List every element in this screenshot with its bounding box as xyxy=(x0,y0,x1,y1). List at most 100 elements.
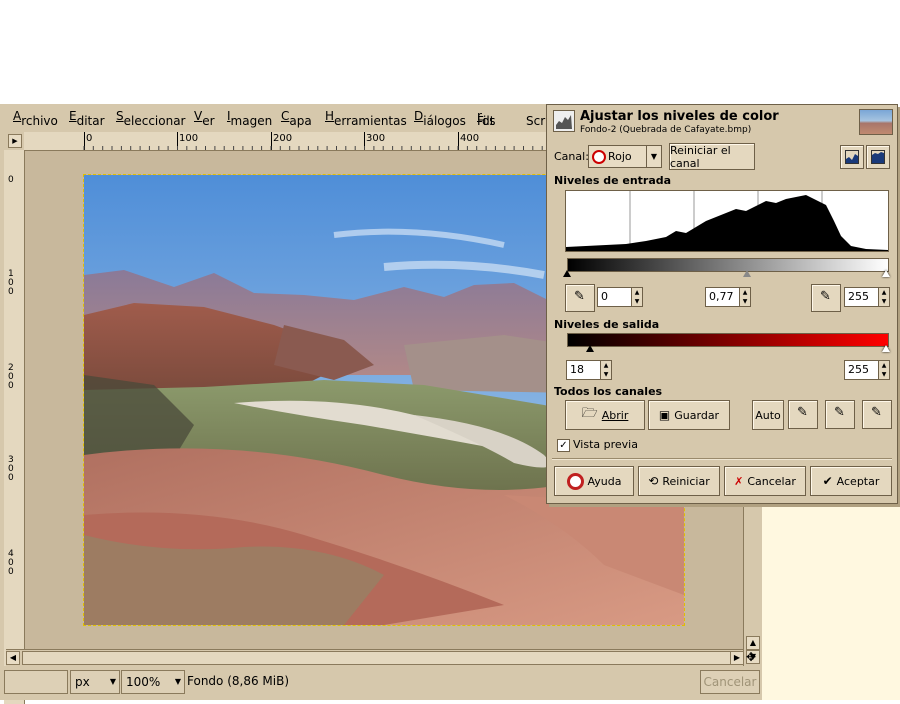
gray-picker-button[interactable]: ✎ xyxy=(825,400,855,429)
input-levels-heading: Niveles de entrada xyxy=(554,174,672,187)
output-low-value: 18 xyxy=(570,363,584,376)
menu-capa[interactable]: Capa xyxy=(281,109,312,128)
auto-label: Auto xyxy=(755,408,781,422)
output-white-handle[interactable] xyxy=(882,345,890,352)
reset-label: Reiniciar xyxy=(662,474,710,488)
input-black-handle[interactable] xyxy=(563,270,571,277)
input-low-value: 0 xyxy=(601,290,608,303)
menu-editar[interactable]: Editar xyxy=(69,109,105,128)
input-low-spinner[interactable]: 0 ▲ ▼ xyxy=(597,287,643,307)
input-high-value: 255 xyxy=(848,290,869,303)
ruler-label: 0 xyxy=(8,175,14,185)
spinner-arrows-icon[interactable]: ▲ ▼ xyxy=(739,288,750,306)
eyedropper-icon: ✎ xyxy=(871,405,882,420)
input-white-handle[interactable] xyxy=(882,270,890,277)
open-label: Abrir xyxy=(601,408,629,422)
reset-button[interactable]: ⟲ Reiniciar xyxy=(638,466,720,496)
log-histogram-button[interactable] xyxy=(866,145,890,169)
logarithmic-histogram-icon xyxy=(871,150,885,164)
levels-icon xyxy=(553,110,575,132)
output-black-handle[interactable] xyxy=(586,345,594,352)
zoom-select[interactable]: 100% ▼ xyxy=(121,670,185,694)
input-gamma-handle[interactable] xyxy=(743,270,751,277)
spinner-arrows-icon[interactable]: ▲ ▼ xyxy=(600,361,611,379)
status-cancel-label: Cancelar xyxy=(703,675,757,689)
preview-label: Vista previa xyxy=(573,438,638,451)
layer-info: Fondo (8,86 MiB) xyxy=(187,674,290,688)
eyedropper-icon: ✎ xyxy=(820,289,831,304)
cancel-button[interactable]: ✗ Cancelar xyxy=(724,466,806,496)
help-button[interactable]: Ayuda xyxy=(554,466,634,496)
status-cancel-button[interactable]: Cancelar xyxy=(700,670,760,694)
menu-seleccionar[interactable]: Seleccionar xyxy=(116,109,186,128)
channel-select[interactable]: Rojo ▼ xyxy=(588,145,662,168)
menu-herramientas[interactable]: Herramientas xyxy=(325,109,407,128)
histogram-graph xyxy=(566,191,888,251)
linear-histogram-icon xyxy=(845,150,859,164)
ruler-label: 200 xyxy=(8,363,14,391)
horizontal-scrollbar[interactable]: ◀ ▶ xyxy=(6,649,744,666)
save-label: Guardar xyxy=(674,408,720,422)
zoom-value: 100% xyxy=(126,675,161,689)
input-gamma-value: 0,77 xyxy=(709,290,734,303)
channel-value: Rojo xyxy=(608,150,632,163)
reset-channel-label: Reiniciar el canal xyxy=(670,143,731,170)
black-picker-button[interactable]: ✎ xyxy=(788,400,818,429)
white-picker-button[interactable]: ✎ xyxy=(862,400,892,429)
output-gradient xyxy=(567,333,889,347)
ruler-label: 400 xyxy=(8,549,14,577)
scroll-up-icon[interactable]: ▲ xyxy=(746,636,760,650)
vertical-ruler: 0 100 200 300 400 xyxy=(4,150,25,704)
unit-select[interactable]: px ▼ xyxy=(70,670,120,694)
spinner-arrows-icon[interactable]: ▲ ▼ xyxy=(878,288,889,306)
menu-filtros[interactable]: Filt r os xyxy=(477,109,496,128)
scroll-right-icon[interactable]: ▶ xyxy=(730,651,744,665)
scroll-left-icon[interactable]: ◀ xyxy=(6,651,20,665)
lifebuoy-icon xyxy=(566,472,584,490)
eyedropper-icon: ✎ xyxy=(797,405,808,420)
all-channels-heading: Todos los canales xyxy=(554,385,663,398)
histogram xyxy=(565,190,889,252)
accept-label: Aceptar xyxy=(836,474,880,488)
open-button[interactable]: 🗁 Abrir xyxy=(565,400,645,430)
output-low-spinner[interactable]: 18 ▲ ▼ xyxy=(566,360,612,380)
auto-button[interactable]: Auto xyxy=(752,400,784,430)
navigate-icon[interactable]: ✥ xyxy=(744,650,758,664)
output-high-value: 255 xyxy=(848,363,869,376)
help-label: Ayuda xyxy=(587,474,622,488)
accept-button[interactable]: ✔ Aceptar xyxy=(810,466,892,496)
dialog-subtitle: Fondo-2 (Quebrada de Cafayate.bmp) xyxy=(580,125,752,135)
input-high-spinner[interactable]: 255 ▲ ▼ xyxy=(844,287,890,307)
spinner-arrows-icon[interactable]: ▲ ▼ xyxy=(631,288,642,306)
red-channel-icon xyxy=(592,150,606,164)
pointer-coords xyxy=(4,670,68,694)
eyedropper-icon: ✎ xyxy=(574,289,585,304)
separator xyxy=(552,458,892,460)
linear-histogram-button[interactable] xyxy=(840,145,864,169)
levels-histogram-icon xyxy=(556,115,572,129)
menu-ver[interactable]: Ver xyxy=(194,109,215,128)
channel-label: Canal: xyxy=(554,150,589,163)
reset-channel-button[interactable]: Reiniciar el canal xyxy=(669,143,755,170)
scroll-thumb[interactable] xyxy=(22,651,734,665)
cancel-label: Cancelar xyxy=(747,474,796,488)
chevron-down-icon: ▼ xyxy=(109,677,116,686)
input-gamma-spinner[interactable]: 0,77 ▲ ▼ xyxy=(705,287,751,307)
output-levels-heading: Niveles de salida xyxy=(554,318,660,331)
menu-dialogos[interactable]: Diálogos xyxy=(414,109,466,128)
folder-icon: 🗁 xyxy=(581,406,598,421)
quick-mask-arrow-icon[interactable]: ▶ xyxy=(8,134,22,148)
output-high-spinner[interactable]: 255 ▲ ▼ xyxy=(844,360,890,380)
menu-imagen[interactable]: Imagen xyxy=(227,109,272,128)
save-button[interactable]: ▣ Guardar xyxy=(648,400,730,430)
menu-archivo[interactable]: Archivo xyxy=(13,109,58,128)
status-bar: px ▼ 100% ▼ Fondo (8,86 MiB) Cancelar xyxy=(0,666,762,700)
white-point-picker-button[interactable]: ✎ xyxy=(811,284,841,312)
close-icon: ✗ xyxy=(734,474,744,488)
preview-checkbox[interactable]: ✓ xyxy=(557,439,570,452)
input-gradient xyxy=(567,258,889,272)
handshake-icon: ✔ xyxy=(822,474,833,488)
spinner-arrows-icon[interactable]: ▲ ▼ xyxy=(878,361,889,379)
image-thumbnail xyxy=(859,109,893,135)
black-point-picker-button[interactable]: ✎ xyxy=(565,284,595,312)
